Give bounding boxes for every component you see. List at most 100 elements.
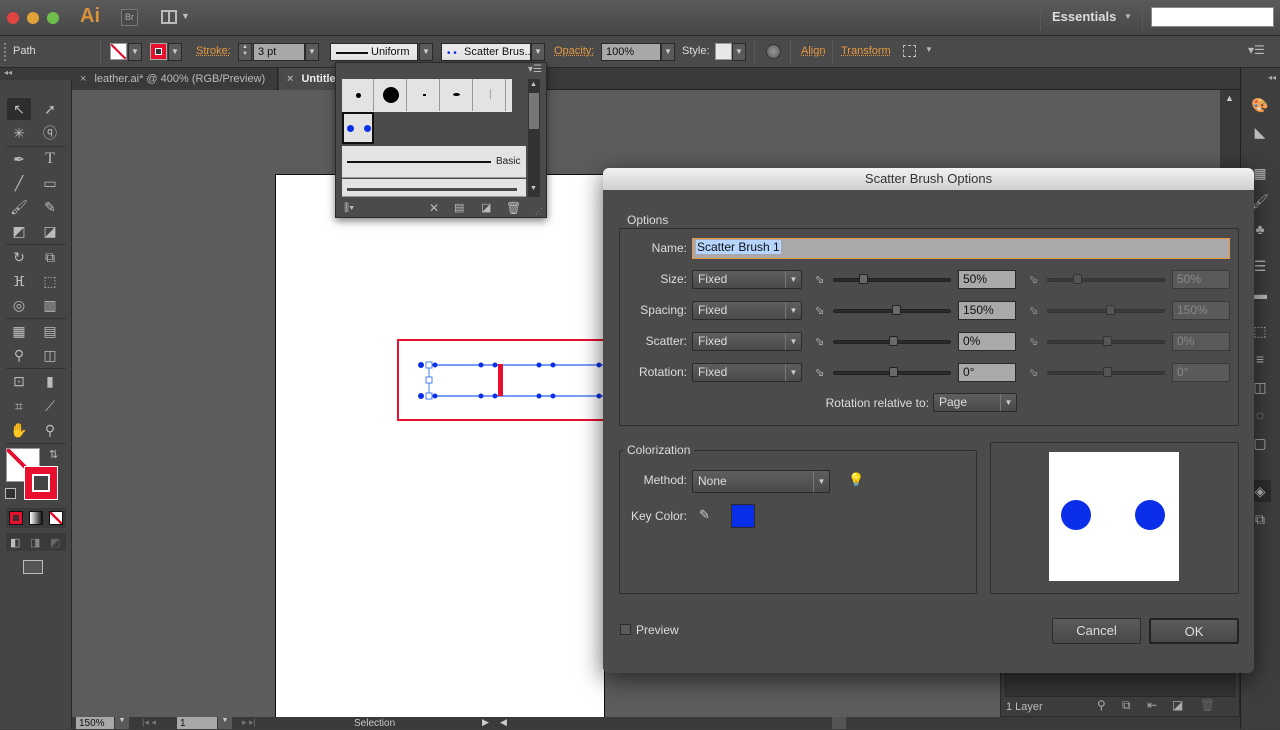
- artboard-tool-icon[interactable]: ⌗: [7, 395, 31, 417]
- delete-brush-icon[interactable]: 🗑: [506, 201, 521, 215]
- eraser-tool-icon[interactable]: ◪: [38, 220, 62, 242]
- zoom-dropdown[interactable]: ▼: [115, 717, 129, 729]
- opacity-dropdown[interactable]: ▼: [661, 43, 675, 61]
- scroll-up-icon[interactable]: ▲: [1225, 93, 1234, 103]
- tab-leather[interactable]: × leather.ai* @ 400% (RGB/Preview): [72, 68, 278, 90]
- size-slider-thumb[interactable]: [858, 274, 868, 284]
- rotate-tool-icon[interactable]: ↻: [7, 246, 31, 268]
- stroke-weight-stepper[interactable]: ▲ ▼: [238, 43, 252, 61]
- lasso-tool-icon[interactable]: ⓠ: [38, 122, 62, 144]
- key-color-eyedropper-icon[interactable]: ✎: [699, 507, 710, 523]
- panel-menu-icon[interactable]: ▾☰: [528, 64, 542, 75]
- stroke-color-swatch[interactable]: [24, 466, 58, 500]
- scroll-thumb[interactable]: [529, 93, 539, 129]
- new-brush-icon[interactable]: ◪: [481, 201, 491, 214]
- resize-grip[interactable]: ⋰: [535, 207, 543, 216]
- name-input[interactable]: Scatter Brush 1: [692, 238, 1230, 259]
- minimize-window-button[interactable]: [27, 12, 39, 24]
- stroke-weight-field[interactable]: 3 pt: [253, 43, 305, 61]
- tips-lightbulb-icon[interactable]: 💡: [848, 472, 864, 488]
- locate-object-icon[interactable]: ⚲: [1097, 698, 1106, 712]
- selection-tool-icon[interactable]: ↖: [7, 98, 31, 120]
- chevron-down-icon[interactable]: ▼: [925, 45, 933, 54]
- rotation-relative-select[interactable]: Page ▼: [933, 393, 1017, 412]
- line-segment-tool-icon[interactable]: ╱: [7, 172, 31, 194]
- spacing-min-field[interactable]: 150%: [958, 301, 1016, 320]
- brush-options-icon[interactable]: ▤: [454, 201, 464, 214]
- spacing-slider-thumb[interactable]: [892, 305, 902, 315]
- stroke-dropdown[interactable]: ▼: [168, 43, 182, 61]
- none-mode-icon[interactable]: [49, 511, 63, 525]
- brush-row-basic[interactable]: Basic: [342, 146, 526, 178]
- draw-inside-icon[interactable]: ◩: [50, 536, 60, 549]
- zoom-window-button[interactable]: [47, 12, 59, 24]
- current-tool-status[interactable]: Selection: [354, 718, 395, 729]
- color-mode-icon[interactable]: [9, 511, 23, 525]
- brush-dropdown[interactable]: ▼: [531, 43, 545, 61]
- workspace-switcher[interactable]: Essentials: [1052, 9, 1116, 24]
- scatter-min-field[interactable]: 0%: [958, 332, 1016, 351]
- zoom-tool-icon[interactable]: ⚲: [38, 419, 62, 441]
- artboard[interactable]: [275, 174, 616, 719]
- style-dropdown[interactable]: ▼: [732, 43, 746, 61]
- first-artboard-button[interactable]: |◂ ◂: [142, 717, 156, 728]
- brush-swatch[interactable]: [441, 79, 473, 111]
- grip-handle[interactable]: [4, 43, 6, 61]
- new-sublayer-icon[interactable]: ⇤: [1147, 698, 1157, 712]
- direct-selection-tool-icon[interactable]: ➚: [38, 98, 62, 120]
- default-colors-icon[interactable]: [5, 488, 16, 499]
- cancel-button[interactable]: Cancel: [1052, 618, 1141, 644]
- fill-swatch[interactable]: [110, 43, 127, 60]
- last-artboard-button[interactable]: ▸ ▸|: [242, 717, 256, 728]
- column-graph-tool-icon[interactable]: ▮: [38, 370, 62, 392]
- graphic-style-swatch[interactable]: [715, 43, 732, 60]
- collapse-toolbar-icon[interactable]: ◂◂: [0, 68, 72, 80]
- type-tool-icon[interactable]: T: [38, 148, 62, 170]
- panel-menu-icon[interactable]: ▾☰: [1248, 43, 1265, 57]
- scatter-mode-select[interactable]: Fixed ▼: [692, 332, 802, 351]
- stroke-swatch[interactable]: [150, 43, 167, 60]
- method-select[interactable]: None ▼: [692, 470, 830, 493]
- mesh-tool-icon[interactable]: ▦: [7, 320, 31, 342]
- chevron-down-icon[interactable]: ▼: [1124, 12, 1132, 21]
- key-color-swatch[interactable]: [731, 504, 755, 528]
- scatter-brush-path[interactable]: [416, 360, 616, 400]
- paintbrush-tool-icon[interactable]: 🖌: [7, 196, 31, 218]
- size-mode-select[interactable]: Fixed ▼: [692, 270, 802, 289]
- color-guide-icon[interactable]: ◣: [1249, 121, 1271, 143]
- fill-dropdown[interactable]: ▼: [128, 43, 142, 61]
- perspective-grid-tool-icon[interactable]: ▥: [38, 294, 62, 316]
- spacing-mode-select[interactable]: Fixed ▼: [692, 301, 802, 320]
- gradient-mode-icon[interactable]: [29, 511, 43, 525]
- brush-swatch-scatter-selected[interactable]: [342, 112, 374, 144]
- rotation-mode-select[interactable]: Fixed ▼: [692, 363, 802, 382]
- scale-tool-icon[interactable]: ⧉: [38, 246, 62, 268]
- artboard-number-field[interactable]: 1: [177, 717, 217, 729]
- zoom-level-field[interactable]: 150%: [76, 717, 114, 729]
- delete-layer-icon[interactable]: 🗑: [1200, 698, 1215, 712]
- ok-button[interactable]: OK: [1149, 618, 1239, 644]
- close-window-button[interactable]: [7, 12, 19, 24]
- screen-mode-icon[interactable]: [23, 560, 43, 574]
- draw-normal-icon[interactable]: ◧: [10, 536, 20, 549]
- variable-width-profile[interactable]: Uniform: [330, 43, 418, 61]
- size-min-field[interactable]: 50%: [958, 270, 1016, 289]
- swap-colors-icon[interactable]: ⇅: [49, 448, 58, 461]
- magic-wand-tool-icon[interactable]: ✳: [7, 122, 31, 144]
- eyedropper-tool-icon[interactable]: ⚲: [7, 344, 31, 366]
- blob-brush-tool-icon[interactable]: ◩: [7, 220, 31, 242]
- arrange-documents-icon[interactable]: [161, 10, 177, 24]
- new-layer-icon[interactable]: ◪: [1172, 698, 1183, 712]
- brush-panel-scrollbar[interactable]: ▲ ▼: [528, 79, 540, 197]
- remove-brush-stroke-icon[interactable]: ✕: [429, 201, 439, 215]
- pen-tool-icon[interactable]: ✒: [7, 148, 31, 170]
- rectangle-tool-icon[interactable]: ▭: [38, 172, 62, 194]
- close-tab-icon[interactable]: ×: [80, 73, 86, 85]
- hand-tool-icon[interactable]: ✋: [7, 419, 31, 441]
- draw-behind-icon[interactable]: ◨: [30, 536, 40, 549]
- chevron-down-icon[interactable]: ▼: [181, 11, 190, 21]
- brush-swatch[interactable]: [375, 79, 407, 111]
- scroll-up-icon[interactable]: ▲: [530, 81, 537, 88]
- brush-swatch[interactable]: [342, 79, 374, 111]
- search-input[interactable]: [1151, 7, 1274, 27]
